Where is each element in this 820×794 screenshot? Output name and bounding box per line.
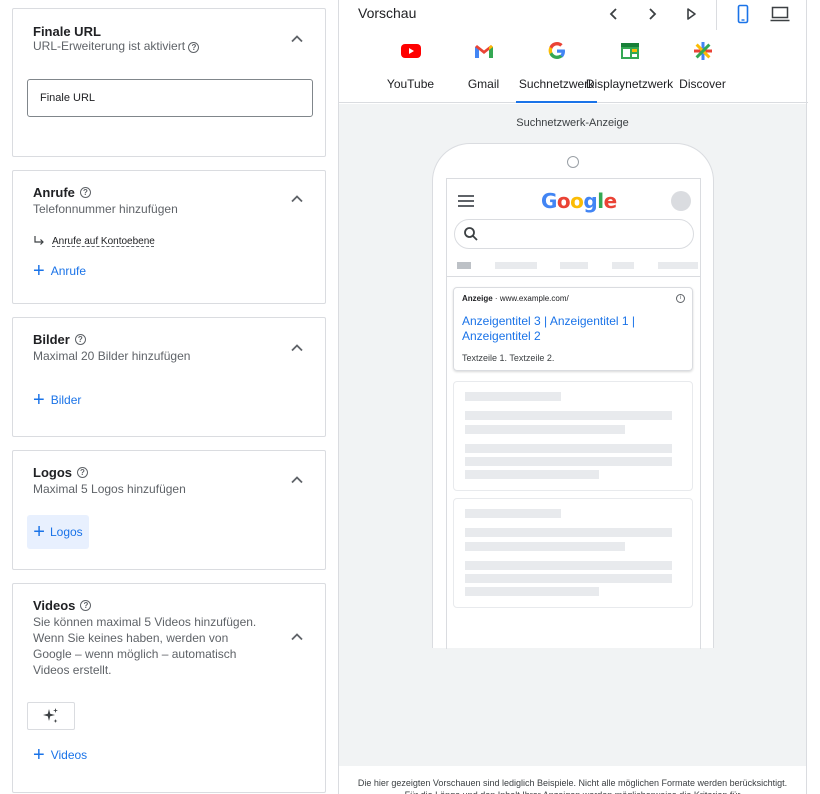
hamburger-menu-icon — [458, 195, 474, 210]
play-icon[interactable] — [683, 6, 699, 22]
search-ad-card: Anzeige · www.example.com/ i Anzeigentit… — [453, 287, 693, 371]
chevron-up-icon[interactable] — [289, 31, 305, 47]
add-logos-button[interactable]: + Logos — [27, 515, 89, 549]
info-icon: i — [676, 294, 685, 303]
logos-title: Logos? — [33, 465, 88, 480]
final-url-title: Finale URL — [33, 24, 101, 39]
add-videos-button[interactable]: + Videos — [33, 744, 87, 766]
chevron-up-icon[interactable] — [289, 191, 305, 207]
images-subtitle: Maximal 20 Bilder hinzufügen — [33, 349, 191, 363]
plus-icon: + — [33, 521, 45, 543]
placeholder-line — [465, 444, 672, 453]
placeholder-line — [465, 509, 561, 518]
preview-right-border — [806, 0, 807, 794]
images-card: Bilder? Maximal 20 Bilder hinzufügen + Bi… — [12, 317, 326, 437]
avatar — [671, 191, 691, 211]
plus-icon: + — [33, 260, 45, 282]
google-logo: Google — [541, 189, 617, 213]
calls-subtitle: Telefonnummer hinzufügen — [33, 202, 178, 216]
tab-placeholder — [658, 262, 698, 269]
placeholder-line — [465, 411, 672, 420]
logos-subtitle: Maximal 5 Logos hinzufügen — [33, 482, 186, 496]
placeholder-line — [465, 470, 599, 479]
tab-placeholder — [495, 262, 537, 269]
placeholder-line — [465, 587, 599, 596]
discover-icon — [692, 40, 714, 62]
search-icon — [464, 227, 478, 241]
help-icon[interactable]: ? — [74, 334, 86, 345]
phone-frame: Google Anzeige · www.example.com/ i Anze… — [432, 143, 714, 649]
desktop-device-icon[interactable] — [770, 4, 790, 24]
tab-placeholder — [560, 262, 588, 269]
tab-youtube[interactable]: YouTube — [374, 38, 447, 103]
add-images-button[interactable]: + Bilder — [33, 389, 81, 411]
help-icon[interactable]: ? — [79, 187, 91, 198]
tab-placeholder — [457, 262, 471, 269]
videos-subtitle: Sie können maximal 5 Videos hinzufügen. … — [33, 615, 257, 677]
preview-header: Vorschau YouTube Gmail Suchnetzwerk Disp… — [338, 0, 808, 103]
calls-title: Anrufe? — [33, 185, 91, 200]
google-icon — [546, 40, 568, 62]
tab-gmail[interactable]: Gmail — [447, 38, 520, 103]
logos-card: Logos? Maximal 5 Logos hinzufügen + Logos — [12, 450, 326, 570]
phone-camera — [567, 156, 579, 168]
final-url-subtitle: URL-Erweiterung ist aktiviert ? — [33, 38, 200, 54]
next-icon[interactable] — [644, 6, 660, 22]
placeholder-line — [465, 425, 625, 434]
ad-headline: Anzeigentitel 3 | Anzeigentitel 1 | Anze… — [462, 314, 636, 343]
preview-caption: Suchnetzwerk-Anzeige — [516, 117, 629, 129]
header-divider — [716, 0, 717, 30]
chevron-up-icon[interactable] — [289, 629, 305, 645]
display-icon — [619, 40, 641, 62]
account-level-calls-link[interactable]: Anrufe auf Kontoebene — [33, 235, 155, 247]
previous-icon[interactable] — [606, 6, 622, 22]
ad-description: Textzeile 1. Textzeile 2. — [462, 353, 555, 363]
placeholder-line — [465, 542, 625, 551]
search-tabs-placeholder — [447, 259, 700, 277]
chevron-up-icon[interactable] — [289, 472, 305, 488]
help-icon[interactable]: ? — [77, 467, 88, 478]
preview-title: Vorschau — [358, 5, 417, 21]
placeholder-line — [465, 528, 672, 537]
youtube-icon — [400, 40, 422, 62]
sparkle-icon — [43, 708, 58, 723]
result-placeholder-card — [453, 381, 693, 491]
calls-card: Anrufe? Telefonnummer hinzufügen Anrufe … — [12, 170, 326, 304]
videos-title: Videos? — [33, 598, 92, 613]
placeholder-line — [465, 574, 672, 583]
final-url-input[interactable]: Finale URL — [27, 79, 313, 117]
search-bar — [454, 219, 694, 249]
final-url-card: Finale URL URL-Erweiterung ist aktiviert… — [12, 8, 326, 157]
images-title: Bilder? — [33, 332, 86, 347]
preview-disclaimer: Die hier gezeigten Vorschauen sind ledig… — [339, 766, 806, 794]
videos-card: Videos? Sie können maximal 5 Videos hinz… — [12, 583, 326, 793]
tab-search-network[interactable]: Suchnetzwerk — [516, 38, 597, 103]
subdirectory-arrow-icon — [34, 236, 44, 245]
phone-screen: Google Anzeige · www.example.com/ i Anze… — [446, 178, 701, 649]
auto-create-video-button[interactable] — [27, 702, 75, 730]
tab-placeholder — [612, 262, 634, 269]
help-icon[interactable]: ? — [80, 600, 92, 611]
ad-label: Anzeige · www.example.com/ — [462, 294, 569, 303]
tab-display-network[interactable]: Displaynetzwerk — [586, 38, 673, 103]
placeholder-line — [465, 457, 672, 466]
result-placeholder-card — [453, 498, 693, 608]
gmail-icon — [473, 40, 495, 62]
help-icon[interactable]: ? — [188, 42, 200, 53]
preview-canvas: Suchnetzwerk-Anzeige Google Anzeige · ww… — [339, 104, 806, 766]
placeholder-line — [465, 561, 672, 570]
channel-tabs: YouTube Gmail Suchnetzwerk Displaynetzwe… — [374, 38, 739, 103]
add-calls-button[interactable]: + Anrufe — [33, 260, 86, 282]
plus-icon: + — [33, 389, 45, 411]
plus-icon: + — [33, 744, 45, 766]
placeholder-line — [465, 392, 561, 401]
tab-discover[interactable]: Discover — [666, 38, 739, 103]
chevron-up-icon[interactable] — [289, 340, 305, 356]
mobile-device-icon[interactable] — [733, 4, 753, 24]
